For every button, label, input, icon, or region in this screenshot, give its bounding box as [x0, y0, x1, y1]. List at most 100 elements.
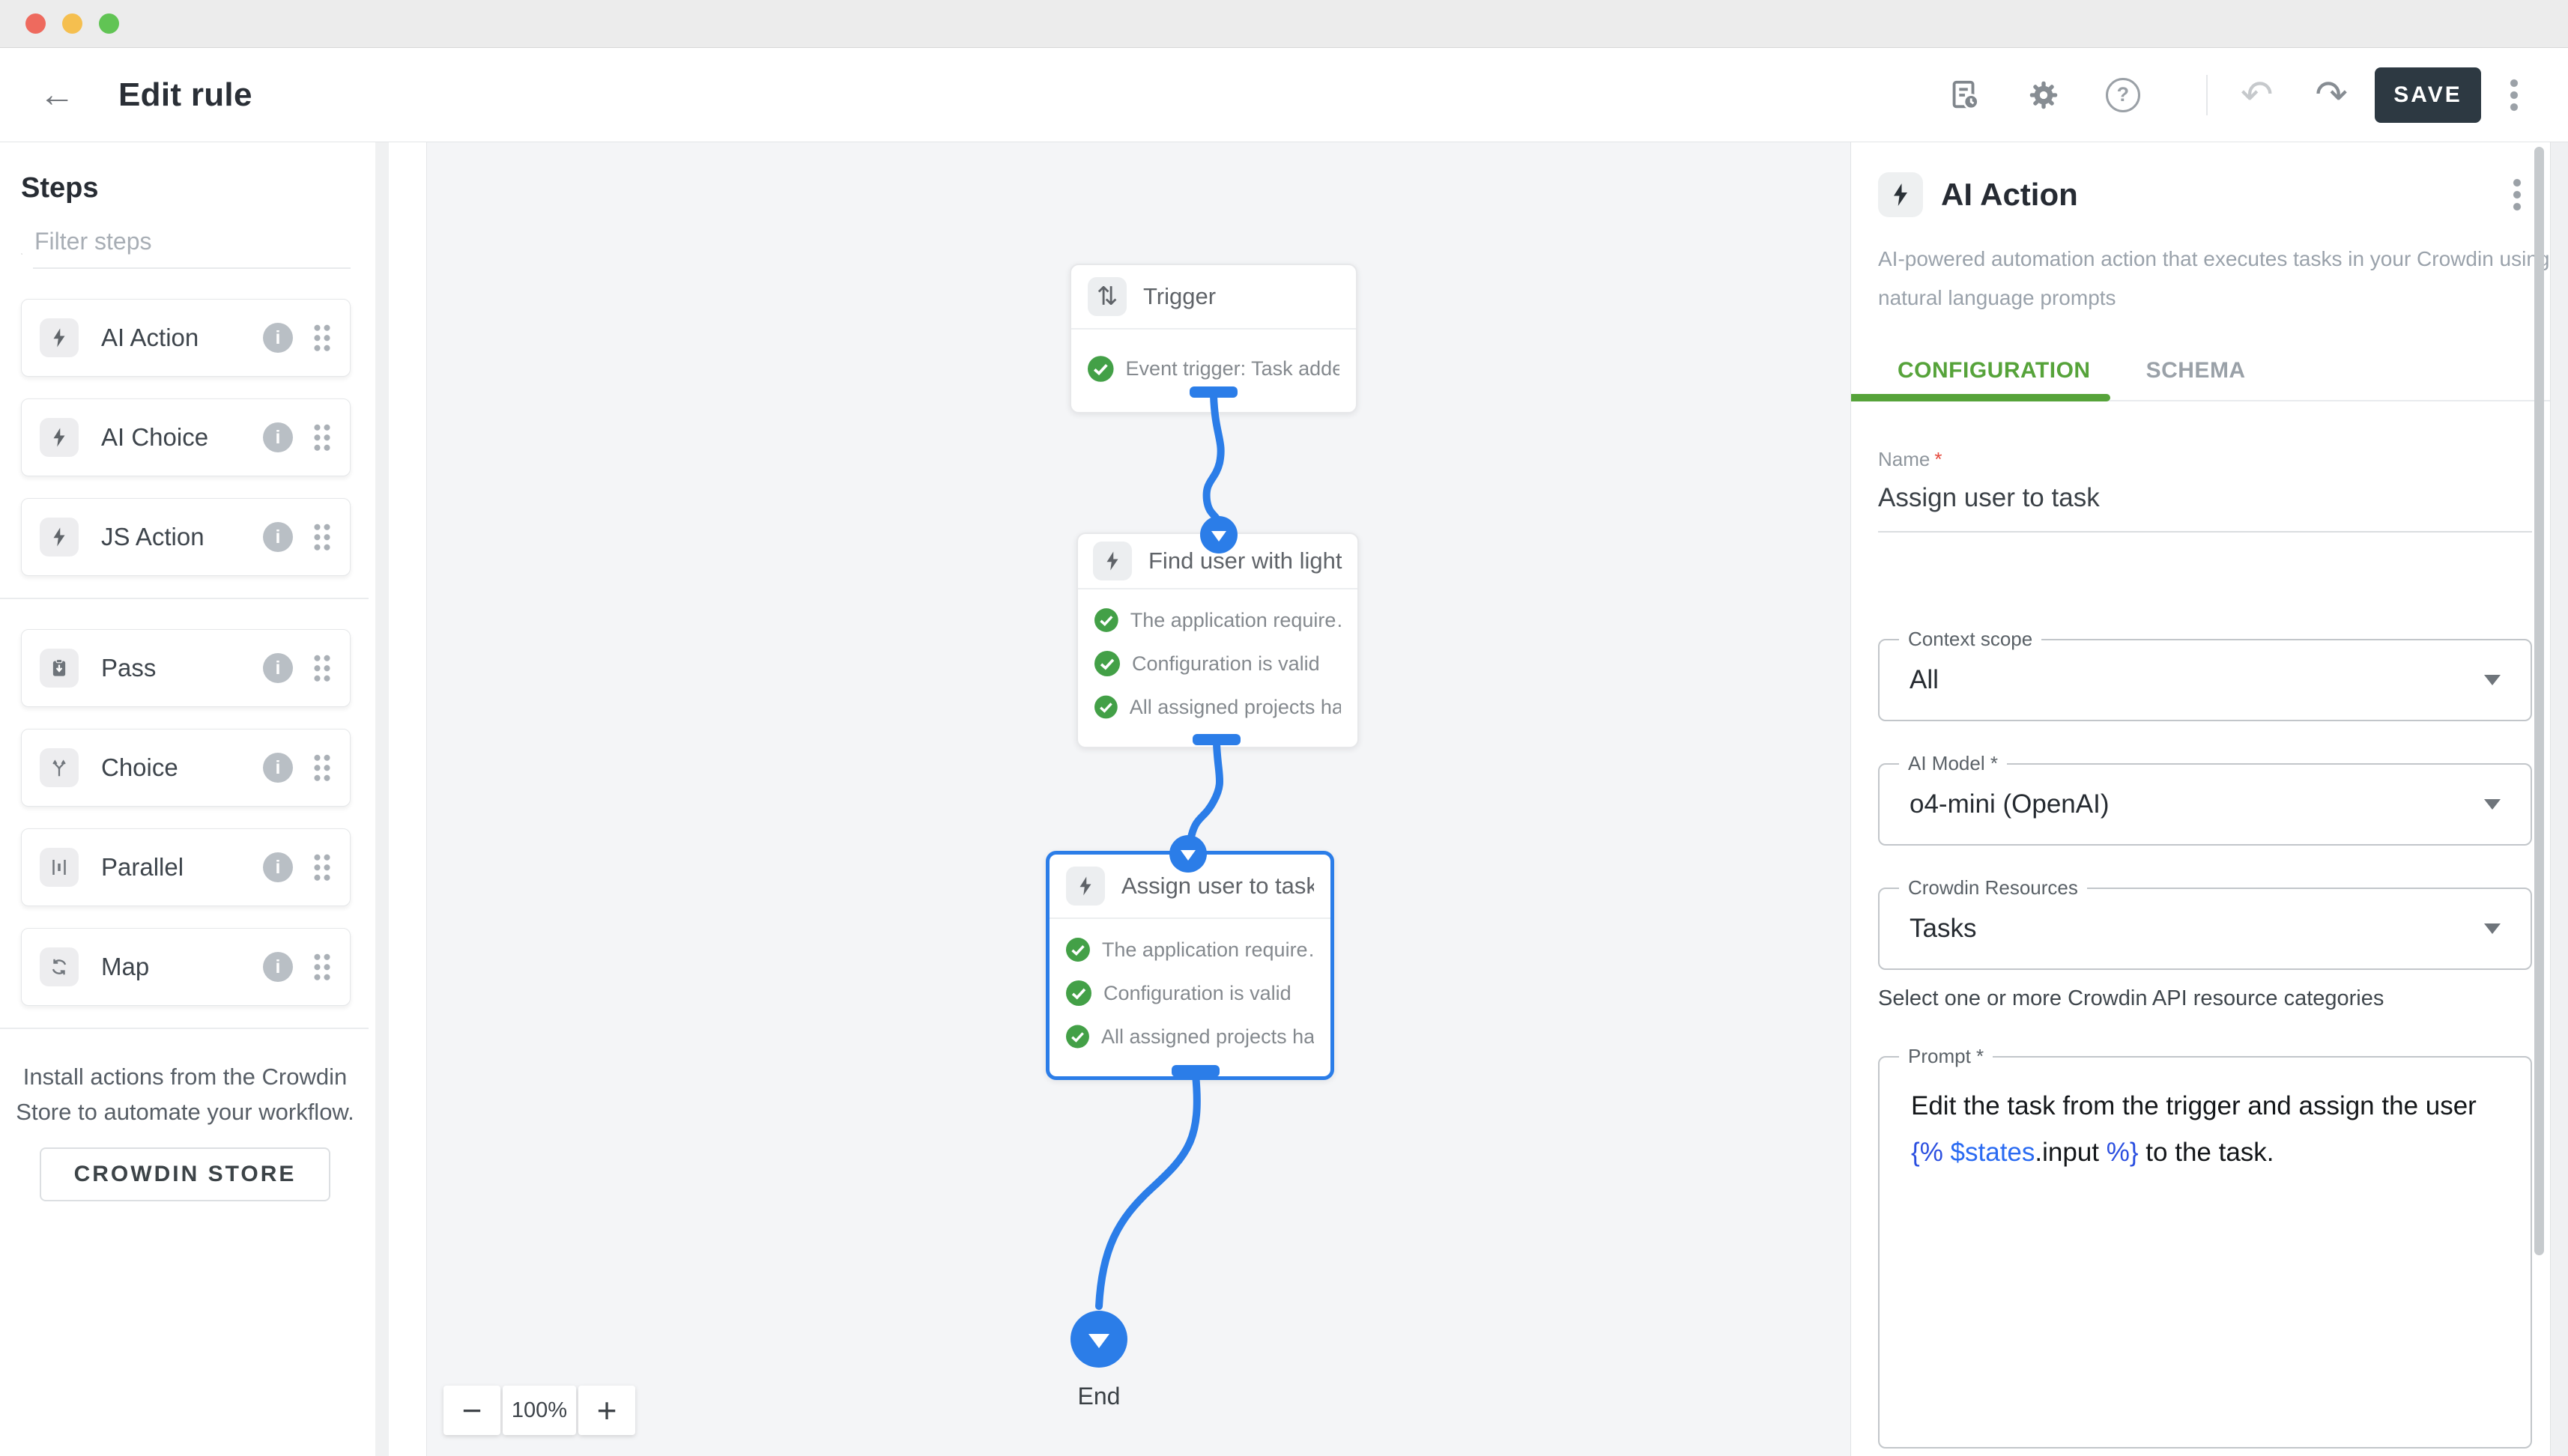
save-button[interactable]: SAVE [2375, 67, 2481, 123]
check-circle-icon [1094, 607, 1118, 633]
chevron-down-icon[interactable] [2484, 675, 2501, 685]
redo-icon[interactable]: ↷ [2315, 76, 2348, 115]
sidebar-divider [0, 1028, 369, 1029]
drag-handle-icon[interactable] [312, 653, 332, 683]
drag-handle-icon[interactable] [312, 852, 332, 882]
lightning-icon [40, 518, 79, 556]
check-circle-icon [1088, 355, 1114, 383]
step-item-label: Choice [101, 753, 178, 782]
check-label: All assigned projects ha… [1101, 1025, 1314, 1049]
check-label: Event trigger: Task added [1126, 357, 1339, 380]
check-row: Event trigger: Task added [1088, 339, 1339, 394]
drag-handle-icon[interactable] [312, 952, 332, 982]
end-node[interactable] [1070, 1311, 1127, 1368]
app-window: ← Edit rule [0, 0, 2568, 1456]
drag-handle-icon[interactable] [312, 522, 332, 552]
filter-steps-input[interactable] [33, 223, 351, 269]
zoom-out-button[interactable]: − [443, 1386, 500, 1435]
wire-assign-to-end [1099, 1075, 1197, 1306]
lightning-icon [40, 318, 79, 357]
chevron-down-icon[interactable] [2484, 923, 2501, 934]
zoom-in-button[interactable]: + [578, 1386, 635, 1435]
prompt-field[interactable]: Prompt * Edit the task from the trigger … [1878, 1056, 2532, 1449]
lightning-icon [1066, 867, 1105, 906]
name-field-value[interactable]: Assign user to task [1878, 483, 2532, 513]
clipboard-down-icon [40, 649, 79, 688]
main-area: Steps AI Action i [0, 142, 2568, 1456]
node-assign-user-selected[interactable]: Assign user to task The application requ… [1046, 851, 1334, 1080]
node-checks: Event trigger: Task added [1071, 330, 1356, 412]
prompt-value[interactable]: Edit the task from the trigger and assig… [1911, 1083, 2499, 1176]
info-icon[interactable]: i [263, 422, 293, 452]
step-item-js-action[interactable]: JS Action i [21, 498, 351, 576]
tab-schema[interactable]: SCHEMA [2127, 358, 2265, 400]
undo-icon[interactable]: ↶ [2241, 76, 2274, 115]
check-row: The application require… [1094, 598, 1341, 642]
step-item-label: AI Choice [101, 423, 208, 452]
back-icon[interactable]: ← [39, 77, 75, 113]
toolbar-divider [2206, 75, 2208, 115]
drag-handle-icon[interactable] [312, 323, 332, 353]
check-label: Configuration is valid [1132, 652, 1320, 676]
step-item-label: Pass [101, 654, 156, 682]
step-item-ai-choice[interactable]: AI Choice i [21, 398, 351, 476]
crowdin-resources-select[interactable]: Crowdin Resources Tasks [1878, 888, 2532, 970]
tab-configuration[interactable]: CONFIGURATION [1878, 358, 2110, 400]
context-scope-select[interactable]: Context scope All [1878, 639, 2532, 721]
drag-handle-icon[interactable] [312, 753, 332, 783]
check-row: Configuration is valid [1094, 642, 1341, 685]
lightning-icon [1093, 542, 1132, 580]
node-checks: The application require… Configuration i… [1078, 589, 1357, 747]
crowdin-store-section: Install actions from the Crowdin Store t… [0, 1059, 370, 1201]
check-circle-icon [1066, 937, 1090, 962]
info-icon[interactable]: i [263, 653, 293, 683]
context-scope-label: Context scope [1899, 628, 2041, 651]
sidebar-title: Steps [21, 169, 426, 207]
panel-scrollbar-thumb[interactable] [2534, 147, 2544, 1255]
kebab-menu-icon[interactable] [2510, 77, 2519, 113]
step-item-choice[interactable]: Choice i [21, 729, 351, 807]
workflow-canvas[interactable]: ⇅ Trigger Event trigger: Task added [427, 142, 1850, 1456]
store-hint-text: Install actions from the Crowdin Store t… [0, 1059, 370, 1129]
prompt-label: Prompt * [1899, 1045, 1993, 1068]
ai-model-label: AI Model * [1899, 752, 2007, 775]
help-icon[interactable]: ? [2106, 78, 2140, 112]
close-window-button[interactable] [25, 13, 46, 34]
fullscreen-window-button[interactable] [99, 13, 119, 34]
node-trigger[interactable]: ⇅ Trigger Event trigger: Task added [1070, 264, 1357, 413]
node-header: ⇅ Trigger [1071, 265, 1356, 328]
chevron-down-icon[interactable] [2484, 799, 2501, 810]
step-item-pass[interactable]: Pass i [21, 629, 351, 707]
step-item-parallel[interactable]: Parallel i [21, 828, 351, 906]
kebab-menu-icon[interactable] [2513, 177, 2522, 213]
step-item-map[interactable]: Map i [21, 928, 351, 1006]
canvas-zoom-controls: − 100% + [443, 1386, 635, 1435]
panel-header: AI Action [1878, 172, 2532, 217]
info-icon[interactable]: i [263, 323, 293, 353]
node-checks: The application require… Configuration i… [1050, 919, 1330, 1076]
drag-handle-icon[interactable] [312, 422, 332, 452]
activity-log-icon[interactable] [1947, 78, 1981, 112]
sidebar-scrollbar[interactable] [375, 142, 389, 1456]
info-icon[interactable]: i [263, 852, 293, 882]
crowdin-store-button[interactable]: CROWDIN STORE [40, 1147, 331, 1201]
check-label: The application require… [1102, 938, 1314, 962]
gear-icon[interactable] [2026, 78, 2061, 112]
toolbar: ← Edit rule [0, 48, 2568, 142]
info-icon[interactable]: i [263, 753, 293, 783]
check-row: Configuration is valid [1066, 971, 1314, 1015]
check-label: All assigned projects ha… [1130, 696, 1341, 719]
name-field[interactable]: Name* Assign user to task [1878, 448, 2532, 533]
info-icon[interactable]: i [263, 952, 293, 982]
lightning-icon [40, 418, 79, 457]
minimize-window-button[interactable] [62, 13, 82, 34]
page-title: Edit rule [118, 76, 252, 114]
info-icon[interactable]: i [263, 522, 293, 552]
step-item-label: JS Action [101, 523, 205, 551]
check-circle-icon [1066, 1024, 1089, 1049]
zoom-level: 100% [503, 1386, 576, 1435]
step-item-ai-action[interactable]: AI Action i [21, 299, 351, 377]
ai-model-select[interactable]: AI Model * o4-mini (OpenAI) [1878, 763, 2532, 846]
node-find-user[interactable]: Find user with lighte… The application r… [1076, 533, 1359, 748]
triangle-down-icon [1088, 1334, 1109, 1348]
